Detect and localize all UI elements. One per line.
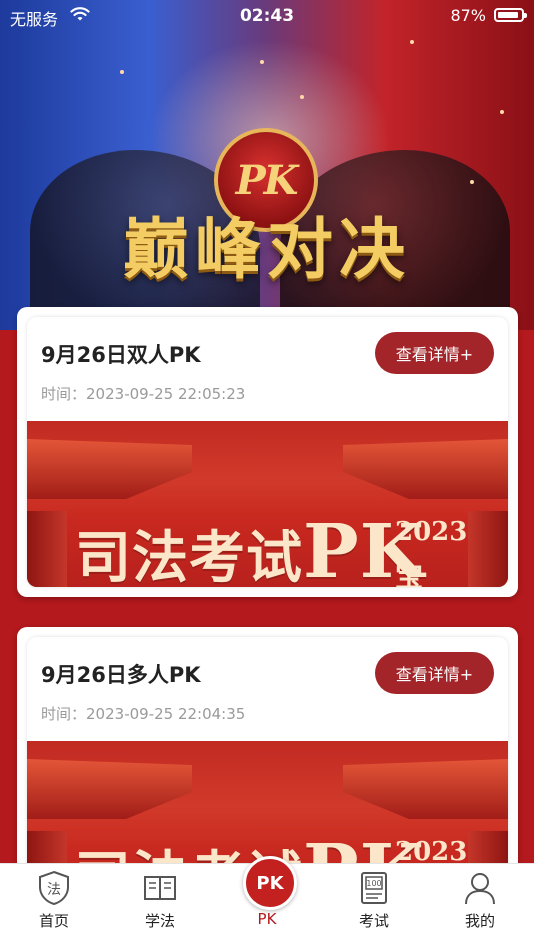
pk-card-time: 时间：2023-09-25 22:05:23 <box>41 383 245 404</box>
view-details-button[interactable]: 查看详情+ <box>375 652 494 694</box>
tab-pk[interactable]: PK PK <box>227 856 307 950</box>
pk-card[interactable]: 9月26日双人PK 时间：2023-09-25 22:05:23 查看详情+ 司… <box>17 307 518 597</box>
pk-card-title: 9月26日多人PK <box>41 663 201 687</box>
tab-label: 学法 <box>144 912 175 930</box>
status-bar: 无服务 02:43 87% <box>0 0 534 32</box>
exam-icon-text: 100 <box>366 879 381 888</box>
banner-more: 宝 <box>395 560 424 587</box>
battery-percent: 87% <box>450 6 486 25</box>
user-icon <box>465 873 495 905</box>
tab-exam[interactable]: 100 考试 <box>334 864 414 950</box>
tab-mine[interactable]: 我的 <box>440 864 520 950</box>
pk-card-banner[interactable]: 司法考试PK 2023 宝 <box>27 421 508 587</box>
exam-score-icon: 100 <box>361 872 387 904</box>
banner-decor <box>343 439 508 499</box>
banner-decor <box>343 759 508 819</box>
pk-icon: PK <box>241 856 297 910</box>
spark <box>470 180 474 184</box>
banner-decor <box>27 439 192 499</box>
time-label: 时间： <box>41 385 87 403</box>
spark <box>410 40 414 44</box>
battery-icon <box>494 8 527 22</box>
book-icon <box>144 876 176 900</box>
spark <box>260 60 264 64</box>
time-label: 时间： <box>41 705 87 723</box>
pk-icon-circle: PK <box>243 856 297 910</box>
tab-label: PK <box>257 910 277 928</box>
banner-text-main: 司法考试 <box>75 525 303 587</box>
pk-card-time: 时间：2023-09-25 22:04:35 <box>41 703 245 724</box>
banner-decor <box>27 759 192 819</box>
spark <box>300 95 304 99</box>
banner-year: 2023 <box>395 517 468 547</box>
hero-title: 巅峰对决 <box>123 210 411 288</box>
banner-decor <box>468 511 508 587</box>
tab-label: 我的 <box>464 912 495 930</box>
tab-label: 考试 <box>358 912 389 930</box>
banner-decor <box>27 511 67 587</box>
spark <box>500 110 504 114</box>
tab-home[interactable]: 法 首页 <box>14 864 94 950</box>
view-details-button[interactable]: 查看详情+ <box>375 332 494 374</box>
banner-text: 司法考试PK <box>75 509 425 587</box>
time-value: 2023-09-25 22:04:35 <box>86 705 246 723</box>
hero-banner: PK 巅峰对决 <box>0 0 534 330</box>
home-icon-char: 法 <box>47 882 61 898</box>
tab-label: 首页 <box>38 912 69 930</box>
spark <box>120 70 124 74</box>
bottom-tab-bar: 法 首页 学法 PK PK 100 考试 我的 <box>0 856 534 950</box>
pk-card-title: 9月26日双人PK <box>41 343 201 367</box>
tab-study[interactable]: 学法 <box>120 864 200 950</box>
law-shield-icon: 法 <box>39 870 69 906</box>
time-value: 2023-09-25 22:05:23 <box>86 385 246 403</box>
